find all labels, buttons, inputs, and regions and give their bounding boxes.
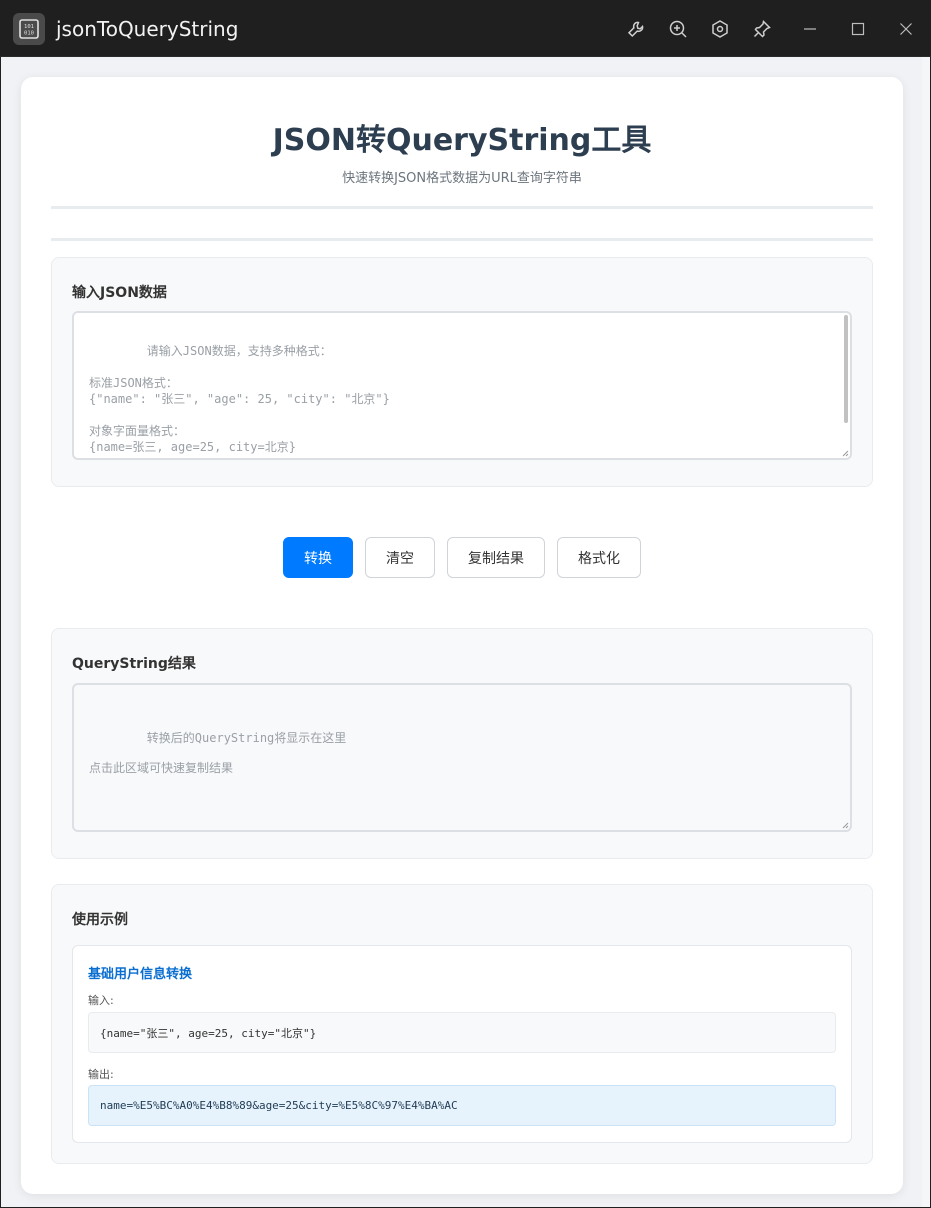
title-bar: 101 010 jsonToQueryString (0, 0, 931, 57)
settings-hex-icon[interactable] (705, 14, 735, 44)
window-title: jsonToQueryString (56, 17, 239, 41)
json-input-placeholder: 请输入JSON数据，支持多种格式： 标准JSON格式： {"name": "张三… (89, 344, 390, 454)
page-subtitle: 快速转换JSON格式数据为URL查询字符串 (342, 171, 582, 186)
examples-section-label: 使用示例 (72, 912, 128, 928)
window-body: JSON转QueryString工具 快速转换JSON格式数据为URL查询字符串… (1, 57, 930, 1207)
example-input-code: {name="张三", age=25, city="北京"} (88, 1012, 836, 1053)
svg-text:101: 101 (24, 24, 34, 30)
resize-grip-icon[interactable] (841, 821, 849, 829)
input-section-label: 输入JSON数据 (72, 285, 167, 301)
example-card: 基础用户信息转换 输入: {name="张三", age=25, city="北… (72, 945, 852, 1143)
main-card: JSON转QueryString工具 快速转换JSON格式数据为URL查询字符串… (21, 77, 903, 1194)
app-binary-icon: 101 010 (13, 13, 45, 45)
section-divider (51, 238, 873, 241)
page-title: JSON转QueryString工具 (272, 123, 652, 158)
minimize-icon[interactable] (795, 14, 825, 44)
result-section-label: QueryString结果 (72, 656, 196, 672)
example-output-label: 输出: (88, 1068, 114, 1081)
json-input-textarea[interactable]: 请输入JSON数据，支持多种格式： 标准JSON格式： {"name": "张三… (72, 311, 852, 460)
example-input-label: 输入: (88, 994, 114, 1007)
maximize-icon[interactable] (843, 14, 873, 44)
pin-icon[interactable] (747, 14, 777, 44)
page-scrollbar[interactable] (922, 57, 930, 1207)
format-button[interactable]: 格式化 (557, 537, 641, 578)
svg-text:010: 010 (24, 31, 34, 37)
copy-result-button[interactable]: 复制结果 (447, 537, 545, 578)
examples-section: 使用示例 基础用户信息转换 输入: {name="张三", age=25, ci… (51, 884, 873, 1164)
querystring-result-textarea[interactable]: 转换后的QueryString将显示在这里 点击此区域可快速复制结果 (72, 683, 852, 832)
header-divider (51, 206, 873, 209)
example-output-code: name=%E5%BC%A0%E4%B8%89&age=25&city=%E5%… (88, 1085, 836, 1126)
clear-button[interactable]: 清空 (365, 537, 435, 578)
resize-grip-icon[interactable] (841, 449, 849, 457)
textarea-scrollbar[interactable] (844, 315, 848, 423)
convert-button[interactable]: 转换 (283, 537, 353, 578)
input-section: 输入JSON数据 请输入JSON数据，支持多种格式： 标准JSON格式： {"n… (51, 257, 873, 487)
result-placeholder: 转换后的QueryString将显示在这里 点击此区域可快速复制结果 (89, 731, 347, 775)
wrench-icon[interactable] (621, 14, 651, 44)
zoom-in-icon[interactable] (663, 14, 693, 44)
result-section: QueryString结果 转换后的QueryString将显示在这里 点击此区… (51, 628, 873, 859)
example-title: 基础用户信息转换 (88, 967, 193, 982)
close-icon[interactable] (891, 14, 921, 44)
